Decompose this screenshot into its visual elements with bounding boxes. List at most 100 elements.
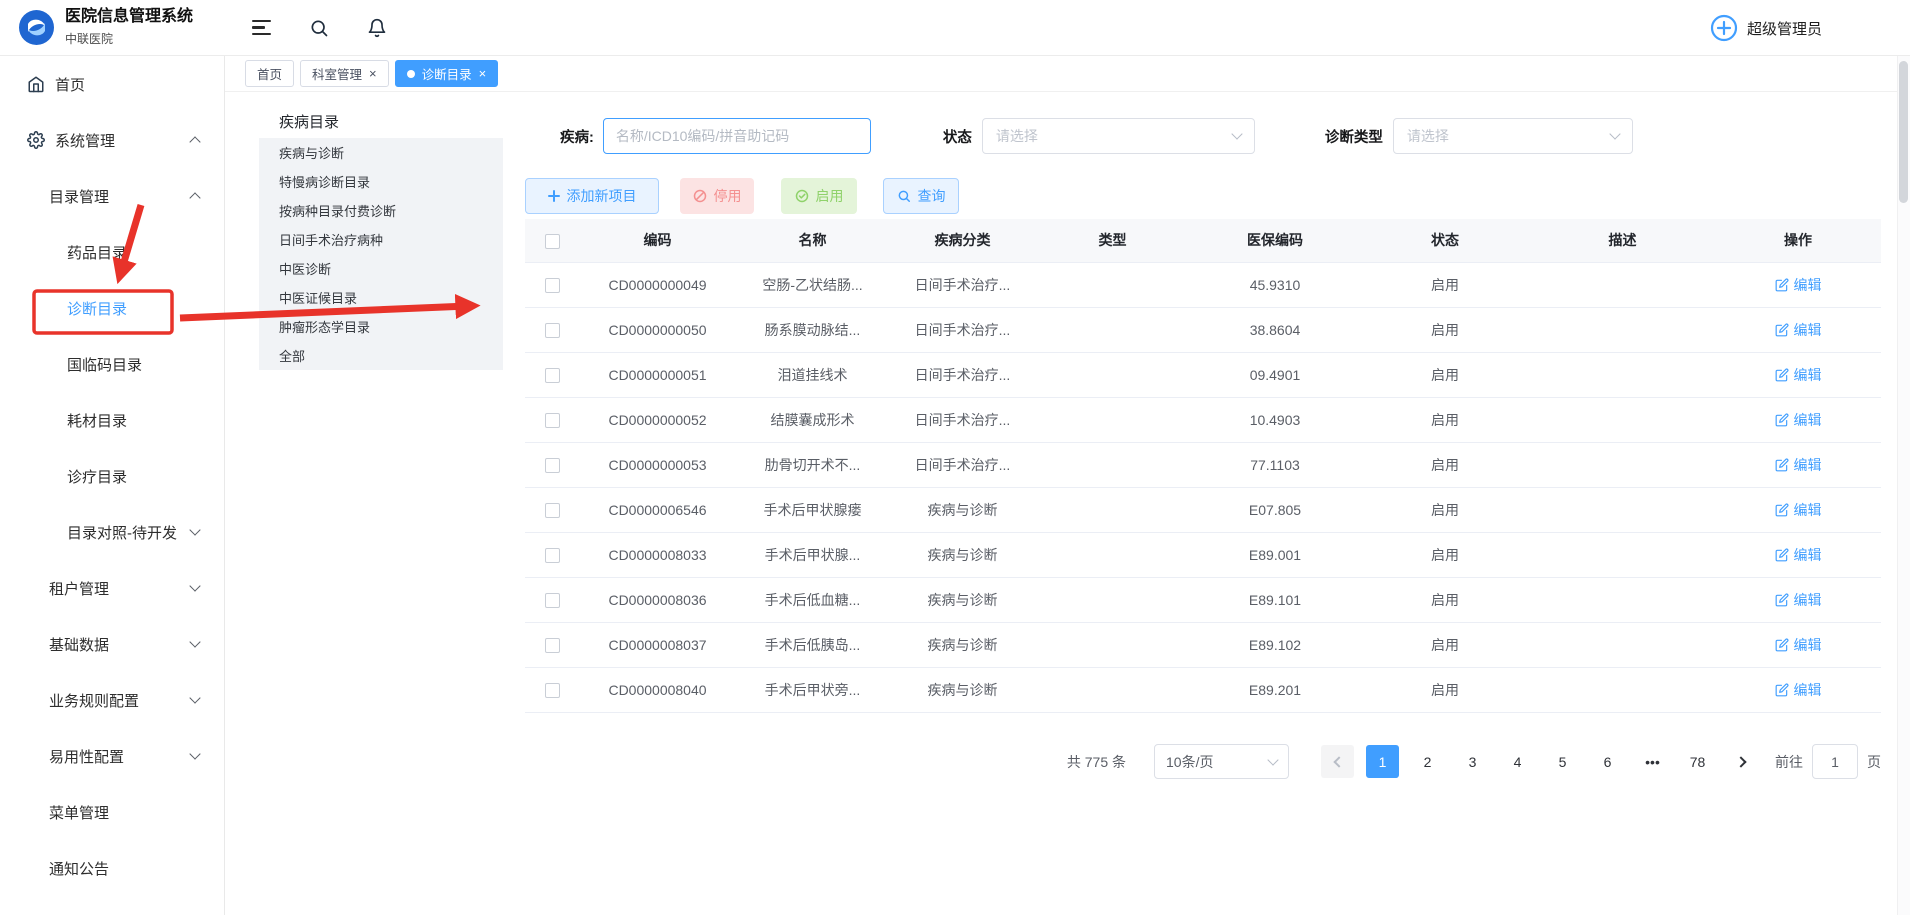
table-row: CD0000008036 手术后低血糖... 疾病与诊断 E89.101 启用 … xyxy=(525,577,1881,622)
tab-diagnosis-catalog[interactable]: 诊断目录 xyxy=(395,60,499,87)
sidebar-item-notice[interactable]: 通知公告 xyxy=(0,840,224,896)
page-button[interactable]: 4 xyxy=(1501,745,1534,778)
sidebar-item-drug-catalog[interactable]: 药品目录 xyxy=(0,224,224,280)
bell-icon[interactable] xyxy=(365,16,389,40)
sidebar-item-system-mgmt[interactable]: 系统管理 xyxy=(0,112,224,168)
search-icon[interactable] xyxy=(307,16,331,40)
row-checkbox[interactable] xyxy=(545,368,560,383)
query-button[interactable]: 查询 xyxy=(883,178,959,214)
catalog-item[interactable]: 中医证候目录 xyxy=(259,283,503,312)
cell-insurance-code: 10.4903 xyxy=(1190,397,1360,442)
edit-label: 编辑 xyxy=(1794,275,1822,295)
cell-description xyxy=(1530,532,1715,577)
prev-page-button[interactable] xyxy=(1321,745,1354,778)
edit-label: 编辑 xyxy=(1794,365,1822,385)
catalog-item[interactable]: 特慢病诊断目录 xyxy=(259,167,503,196)
select-all-checkbox[interactable] xyxy=(545,234,560,249)
cell-disease-category: 疾病与诊断 xyxy=(890,577,1035,622)
page-button[interactable]: 78 xyxy=(1681,745,1714,778)
sidebar-item-basic-data[interactable]: 基础数据 xyxy=(0,616,224,672)
page-button[interactable]: 2 xyxy=(1411,745,1444,778)
edit-icon xyxy=(1775,683,1789,697)
catalog-item[interactable]: 按病种目录付费诊断 xyxy=(259,196,503,225)
sidebar-item-catalog-compare[interactable]: 目录对照-待开发 xyxy=(0,504,224,560)
row-checkbox[interactable] xyxy=(545,323,560,338)
page-button[interactable]: 5 xyxy=(1546,745,1579,778)
row-checkbox[interactable] xyxy=(545,278,560,293)
row-checkbox[interactable] xyxy=(545,593,560,608)
row-checkbox-cell xyxy=(525,577,580,622)
row-checkbox[interactable] xyxy=(545,413,560,428)
row-checkbox[interactable] xyxy=(545,503,560,518)
sidebar-item-label: 通知公告 xyxy=(49,858,109,879)
edit-button[interactable]: 编辑 xyxy=(1775,275,1822,295)
status-select[interactable]: 请选择 xyxy=(982,118,1255,154)
tab-department-mgmt[interactable]: 科室管理 xyxy=(300,60,389,87)
disease-catalog-panel: 疾病目录 疾病与诊断 特慢病诊断目录 按病种目录付费诊断 日间手术治疗病种 中医… xyxy=(259,105,503,370)
add-item-button[interactable]: 添加新项目 xyxy=(525,178,659,214)
catalog-item[interactable]: 中医诊断 xyxy=(259,254,503,283)
edit-button[interactable]: 编辑 xyxy=(1775,635,1822,655)
goto-page: 前往 页 xyxy=(1775,744,1881,779)
row-checkbox[interactable] xyxy=(545,638,560,653)
disable-button[interactable]: 停用 xyxy=(680,178,754,214)
edit-button[interactable]: 编辑 xyxy=(1775,455,1822,475)
status-filter-label: 状态 xyxy=(943,126,972,147)
vertical-scrollbar-thumb[interactable] xyxy=(1899,61,1908,203)
cell-action: 编辑 xyxy=(1715,667,1881,712)
sidebar-item-business-rules[interactable]: 业务规则配置 xyxy=(0,672,224,728)
edit-button[interactable]: 编辑 xyxy=(1775,590,1822,610)
edit-label: 编辑 xyxy=(1794,410,1822,430)
page-button[interactable]: 3 xyxy=(1456,745,1489,778)
catalog-item[interactable]: 全部 xyxy=(259,341,503,370)
row-checkbox[interactable] xyxy=(545,458,560,473)
edit-button[interactable]: 编辑 xyxy=(1775,545,1822,565)
close-icon[interactable] xyxy=(369,67,377,80)
vertical-scrollbar xyxy=(1897,56,1910,915)
row-checkbox[interactable] xyxy=(545,548,560,563)
catalog-item[interactable]: 疾病与诊断 xyxy=(259,138,503,167)
goto-page-input[interactable] xyxy=(1812,744,1858,779)
disease-search-input[interactable] xyxy=(603,118,871,154)
catalog-item[interactable]: 肿瘤形态学目录 xyxy=(259,312,503,341)
sidebar-item-treatment-catalog[interactable]: 诊疗目录 xyxy=(0,448,224,504)
edit-button[interactable]: 编辑 xyxy=(1775,365,1822,385)
page-button[interactable]: ••• xyxy=(1636,745,1669,778)
sidebar-item-diagnosis-catalog[interactable]: 诊断目录 xyxy=(0,280,224,336)
row-checkbox[interactable] xyxy=(545,683,560,698)
chevron-down-icon xyxy=(189,580,200,591)
diagnosis-type-select[interactable]: 请选择 xyxy=(1393,118,1633,154)
sidebar-item-label: 系统管理 xyxy=(55,130,115,151)
sidebar-item-catalog-mgmt[interactable]: 目录管理 xyxy=(0,168,224,224)
page-button[interactable]: 6 xyxy=(1591,745,1624,778)
close-icon[interactable] xyxy=(479,67,487,80)
sidebar-item-home[interactable]: 首页 xyxy=(0,56,224,112)
user-menu[interactable]: 超级管理员 xyxy=(1710,0,1822,56)
goto-suffix: 页 xyxy=(1867,752,1881,772)
edit-button[interactable]: 编辑 xyxy=(1775,500,1822,520)
enable-button[interactable]: 启用 xyxy=(781,178,857,214)
edit-button[interactable]: 编辑 xyxy=(1775,410,1822,430)
catalog-item-label: 中医诊断 xyxy=(279,259,331,278)
sidebar-item-tenant-mgmt[interactable]: 租户管理 xyxy=(0,560,224,616)
sidebar-item-guolin-code-catalog[interactable]: 国临码目录 xyxy=(0,336,224,392)
page-size-select[interactable]: 10条/页 xyxy=(1154,744,1289,779)
cell-name: 肋骨切开术不... xyxy=(735,442,890,487)
next-page-button[interactable] xyxy=(1726,745,1759,778)
disease-filter-label: 疾病: xyxy=(560,126,594,147)
sidebar-item-menu-mgmt[interactable]: 菜单管理 xyxy=(0,784,224,840)
app-title: 医院信息管理系统 xyxy=(65,8,193,26)
sidebar-item-usability-config[interactable]: 易用性配置 xyxy=(0,728,224,784)
hamburger-icon[interactable] xyxy=(249,16,273,40)
sidebar: 首页 系统管理 目录管理 药品目录 诊断目录 国临码目录 耗材目录 诊疗目录 目… xyxy=(0,56,225,915)
row-checkbox-cell xyxy=(525,442,580,487)
edit-button[interactable]: 编辑 xyxy=(1775,320,1822,340)
cell-code: CD0000000052 xyxy=(580,397,735,442)
edit-button[interactable]: 编辑 xyxy=(1775,680,1822,700)
sidebar-item-consumables-catalog[interactable]: 耗材目录 xyxy=(0,392,224,448)
page-button[interactable]: 1 xyxy=(1366,745,1399,778)
catalog-item[interactable]: 日间手术治疗病种 xyxy=(259,225,503,254)
column-header: 操作 xyxy=(1715,219,1881,262)
tab-home[interactable]: 首页 xyxy=(245,60,294,87)
chevron-down-icon xyxy=(1267,754,1278,765)
